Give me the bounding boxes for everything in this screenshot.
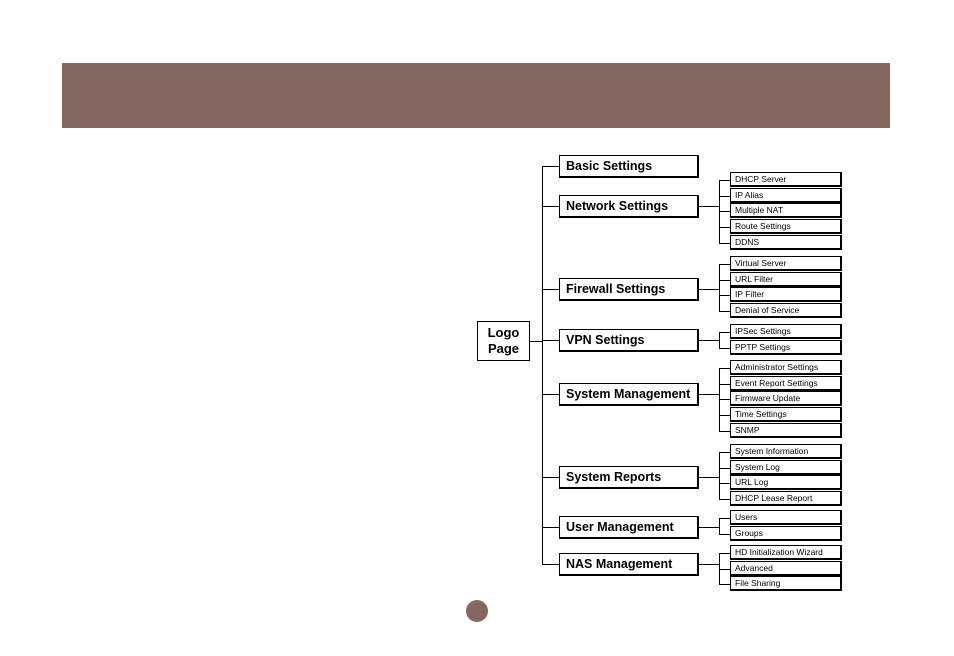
menu-node-system-reports: System Reports <box>559 466 699 489</box>
sub-connector-user-management <box>699 527 719 528</box>
sub-branch-line-ipsec-settings <box>719 332 730 333</box>
branch-connector-basic-settings <box>542 166 559 167</box>
sub-branch-line-pptp-settings <box>719 348 730 349</box>
submenu-node-ip-alias: IP Alias <box>730 188 842 203</box>
submenu-node-url-filter: URL Filter <box>730 272 842 287</box>
submenu-node-virtual-server: Virtual Server <box>730 256 842 271</box>
submenu-node-event-report-settings: Event Report Settings <box>730 376 842 391</box>
submenu-node-system-information: System Information <box>730 444 842 459</box>
sub-branch-line-url-log <box>719 483 730 484</box>
submenu-node-pptp-settings: PPTP Settings <box>730 340 842 355</box>
sub-trunk-user-management <box>719 518 720 535</box>
main-trunk-line <box>542 166 543 565</box>
sub-branch-line-administrator-settings <box>719 368 730 369</box>
sub-branch-line-dhcp-server <box>719 180 730 181</box>
branch-connector-nas-management <box>542 564 559 565</box>
submenu-node-multiple-nat: Multiple NAT <box>730 203 842 218</box>
root-connector-line <box>530 341 542 342</box>
sub-branch-line-advanced <box>719 569 730 570</box>
sub-connector-system-reports <box>699 477 719 478</box>
submenu-node-snmp: SNMP <box>730 423 842 438</box>
menu-node-basic-settings: Basic Settings <box>559 155 699 178</box>
submenu-node-denial-of-service: Denial of Service <box>730 303 842 318</box>
sub-branch-line-route-settings <box>719 227 730 228</box>
sub-branch-line-virtual-server <box>719 264 730 265</box>
submenu-node-advanced: Advanced <box>730 561 842 576</box>
submenu-node-time-settings: Time Settings <box>730 407 842 422</box>
submenu-node-users: Users <box>730 510 842 525</box>
sub-branch-line-ddns <box>719 243 730 244</box>
sub-branch-line-snmp <box>719 431 730 432</box>
branch-connector-user-management <box>542 527 559 528</box>
submenu-node-file-sharing: File Sharing <box>730 576 842 591</box>
sub-branch-line-system-information <box>719 452 730 453</box>
submenu-node-ipsec-settings: IPSec Settings <box>730 324 842 339</box>
branch-connector-firewall-settings <box>542 289 559 290</box>
sub-branch-line-system-log <box>719 468 730 469</box>
sub-connector-vpn-settings <box>699 340 719 341</box>
sub-branch-line-groups <box>719 534 730 535</box>
branch-connector-system-reports <box>542 477 559 478</box>
menu-node-network-settings: Network Settings <box>559 195 699 218</box>
sub-branch-line-users <box>719 518 730 519</box>
branch-connector-system-management <box>542 394 559 395</box>
sub-branch-line-dhcp-lease-report <box>719 499 730 500</box>
sub-branch-line-event-report-settings <box>719 384 730 385</box>
sub-branch-line-denial-of-service <box>719 311 730 312</box>
sub-branch-line-time-settings <box>719 415 730 416</box>
submenu-node-dhcp-server: DHCP Server <box>730 172 842 187</box>
sub-trunk-vpn-settings <box>719 332 720 349</box>
menu-node-firewall-settings: Firewall Settings <box>559 278 699 301</box>
submenu-node-route-settings: Route Settings <box>730 219 842 234</box>
sub-branch-line-url-filter <box>719 280 730 281</box>
sub-branch-line-hd-initialization-wizard <box>719 553 730 554</box>
submenu-node-hd-initialization-wizard: HD Initialization Wizard <box>730 545 842 560</box>
submenu-node-ip-filter: IP Filter <box>730 287 842 302</box>
sub-branch-line-ip-alias <box>719 196 730 197</box>
sub-trunk-system-reports <box>719 452 720 501</box>
page-indicator-dot <box>466 600 488 622</box>
menu-node-vpn-settings: VPN Settings <box>559 329 699 352</box>
sub-branch-line-ip-filter <box>719 295 730 296</box>
sub-connector-network-settings <box>699 206 719 207</box>
sub-connector-nas-management <box>699 564 719 565</box>
sub-connector-firewall-settings <box>699 289 719 290</box>
menu-node-system-management: System Management <box>559 383 699 406</box>
submenu-node-system-log: System Log <box>730 460 842 475</box>
submenu-node-dhcp-lease-report: DHCP Lease Report <box>730 491 842 506</box>
submenu-node-firmware-update: Firmware Update <box>730 391 842 406</box>
branch-connector-network-settings <box>542 206 559 207</box>
submenu-node-url-log: URL Log <box>730 475 842 490</box>
sub-branch-line-multiple-nat <box>719 211 730 212</box>
menu-node-nas-management: NAS Management <box>559 553 699 576</box>
submenu-node-administrator-settings: Administrator Settings <box>730 360 842 375</box>
branch-connector-vpn-settings <box>542 340 559 341</box>
header-band <box>62 63 890 128</box>
submenu-node-groups: Groups <box>730 526 842 541</box>
sub-branch-line-file-sharing <box>719 584 730 585</box>
submenu-node-ddns: DDNS <box>730 235 842 250</box>
menu-node-user-management: User Management <box>559 516 699 539</box>
sub-branch-line-firmware-update <box>719 399 730 400</box>
sub-trunk-firewall-settings <box>719 264 720 313</box>
root-node-logo-page: Logo Page <box>477 321 530 361</box>
sub-connector-system-management <box>699 394 719 395</box>
